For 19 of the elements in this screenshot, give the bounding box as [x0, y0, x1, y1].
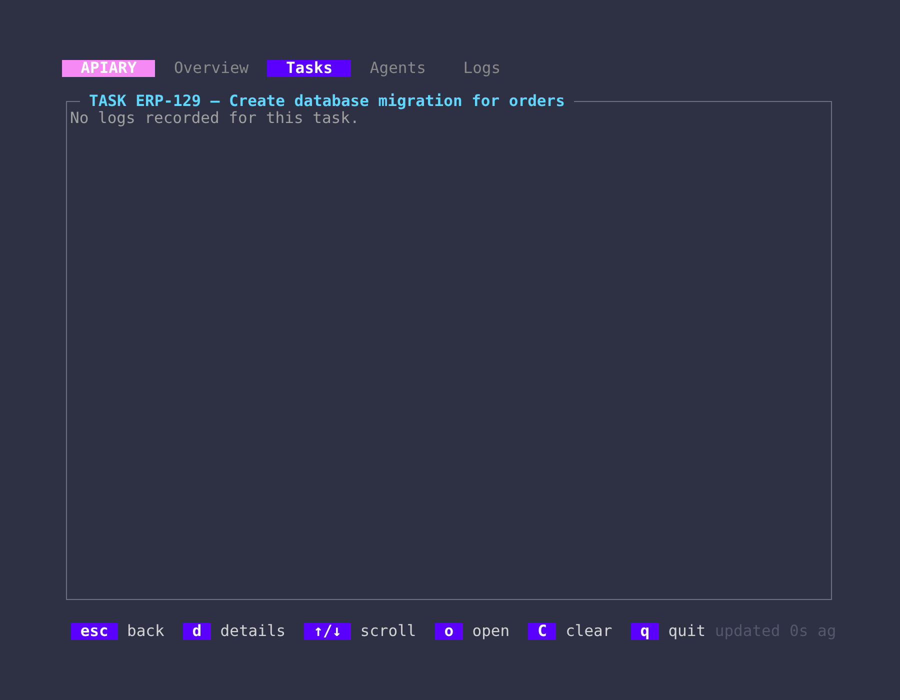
shortcut-label: quit — [668, 623, 706, 640]
key-hint: o — [434, 623, 463, 640]
empty-message: No logs recorded for this task. — [70, 110, 360, 127]
panel-title: TASK ERP-129 — Create database migration for orders — [88, 93, 566, 110]
shortcut-label: scroll — [360, 623, 416, 640]
nav-tab[interactable]: Overview — [155, 60, 268, 77]
nav-tab[interactable]: Logs — [444, 60, 520, 77]
key-hint: q — [630, 623, 659, 640]
app-name: APIARY — [62, 60, 156, 77]
key-hint: d — [182, 623, 211, 640]
key-hint: ↑/↓ — [304, 623, 351, 640]
shortcut-label: clear — [566, 623, 612, 640]
key-hint: esc — [71, 623, 118, 640]
nav-tab[interactable]: Agents — [351, 60, 445, 77]
key-hint: C — [528, 623, 556, 640]
shortcut-label: open — [472, 623, 510, 640]
nav-tab[interactable]: Tasks — [267, 60, 352, 77]
shortcut-label: details — [220, 623, 286, 640]
shortcut-label: back — [126, 623, 164, 640]
